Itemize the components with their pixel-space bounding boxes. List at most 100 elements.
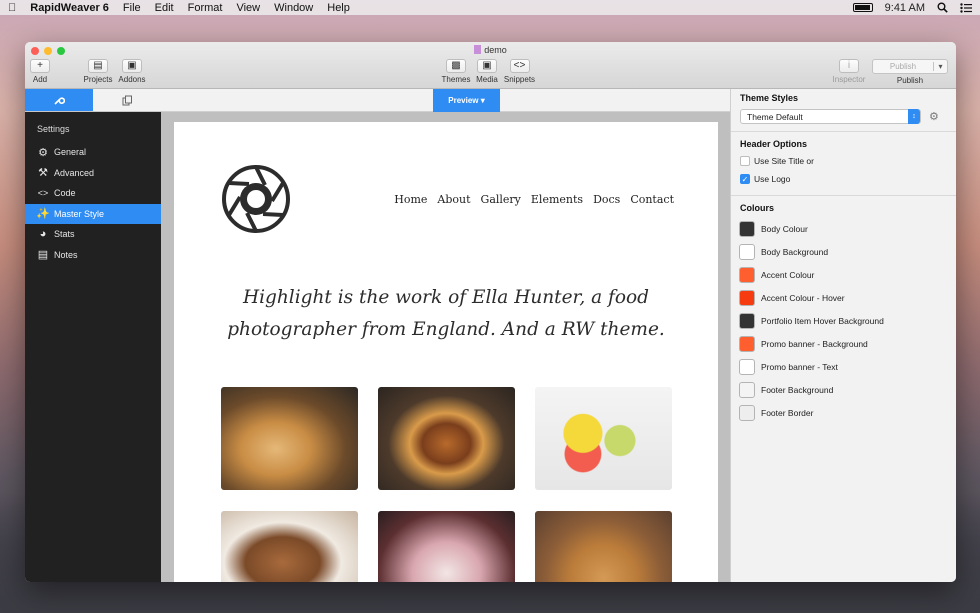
nav-gallery[interactable]: Gallery — [481, 193, 521, 206]
addons-button[interactable]: ▣ Addons — [117, 59, 147, 84]
gallery-photo-bread[interactable] — [221, 387, 358, 490]
divider — [731, 131, 956, 132]
colour-row[interactable]: Accent Colour - Hover — [731, 286, 956, 309]
colour-label: Footer Border — [761, 407, 814, 418]
magic-wand-icon: ✨ — [36, 208, 50, 220]
sidebar-tabs — [25, 89, 161, 112]
nav-contact[interactable]: Contact — [630, 193, 674, 206]
notification-center-icon[interactable] — [960, 2, 972, 13]
plus-icon: + — [30, 59, 50, 73]
preview-button[interactable]: Preview ▾ — [433, 89, 500, 112]
colour-swatch[interactable] — [739, 243, 755, 260]
media-icon: ▣ — [477, 59, 497, 73]
sidebar-item-advanced[interactable]: ⚒ Advanced — [25, 163, 161, 183]
projects-button[interactable]: ▤ Projects — [83, 59, 113, 84]
tab-settings[interactable] — [25, 89, 93, 111]
colour-swatch[interactable] — [739, 404, 755, 421]
colour-swatch[interactable] — [739, 220, 755, 237]
colour-row[interactable]: Portfolio Item Hover Background — [731, 309, 956, 332]
colour-row[interactable]: Promo banner - Background — [731, 332, 956, 355]
sidebar-item-stats[interactable]: ◕ Stats — [25, 224, 161, 244]
sidebar-item-code[interactable]: <> Code — [25, 183, 161, 203]
divider — [731, 195, 956, 196]
web-page-preview[interactable]: Home About Gallery Elements Docs Contact… — [174, 122, 718, 582]
colour-row[interactable]: Accent Colour — [731, 263, 956, 286]
checkbox-label: Use Site Title or — [754, 156, 814, 166]
colour-label: Body Colour — [761, 223, 808, 234]
sidebar-item-label: Notes — [54, 249, 78, 260]
window-title: demo — [25, 45, 956, 55]
window-title-text: demo — [484, 45, 507, 55]
colour-row[interactable]: Body Colour — [731, 217, 956, 240]
addons-icon: ▣ — [122, 59, 142, 73]
themes-button[interactable]: ▩ Themes — [441, 59, 471, 84]
menu-format[interactable]: Format — [188, 2, 223, 14]
colour-label: Promo banner - Background — [761, 338, 868, 349]
colour-row[interactable]: Promo banner - Text — [731, 355, 956, 378]
colour-swatch[interactable] — [739, 381, 755, 398]
sidebar-item-notes[interactable]: ▤ Notes — [25, 245, 161, 265]
menu-help[interactable]: Help — [327, 2, 350, 14]
menu-edit[interactable]: Edit — [155, 2, 174, 14]
menu-window[interactable]: Window — [274, 2, 313, 14]
gallery-photo-burgers[interactable] — [378, 387, 515, 490]
chevron-down-icon[interactable]: ▾ — [933, 62, 947, 71]
sidebar-item-general[interactable]: ⚙ General — [25, 142, 161, 162]
nav-home[interactable]: Home — [394, 193, 427, 206]
add-button[interactable]: + Add — [30, 59, 50, 84]
site-tagline: Highlight is the work of Ella Hunter, a … — [174, 282, 718, 346]
gallery-photo-macarons[interactable] — [535, 387, 672, 490]
apple-icon[interactable]:  — [8, 2, 16, 14]
preview-area: Preview ▾ Home About Gallery Elements Do… — [161, 89, 730, 582]
colour-swatch[interactable] — [739, 266, 755, 283]
inspector-label: Inspector — [832, 75, 866, 84]
sidebar-item-label: Advanced — [54, 167, 95, 178]
theme-style-value: Theme Default — [747, 111, 803, 122]
publish-button-label: Publish — [889, 62, 917, 71]
stats-icon: ◕ — [39, 228, 47, 240]
snippets-label: Snippets — [503, 75, 536, 84]
use-logo-checkbox[interactable]: ✓ Use Logo — [731, 170, 956, 188]
snippets-button[interactable]: <> Snippets — [503, 59, 536, 84]
site-nav: Home About Gallery Elements Docs Contact — [394, 193, 674, 206]
colour-row[interactable]: Footer Border — [731, 401, 956, 424]
colour-swatch[interactable] — [739, 289, 755, 306]
clock[interactable]: 9:41 AM — [885, 2, 925, 14]
colour-row[interactable]: Body Background — [731, 240, 956, 263]
inspector-button[interactable]: i Inspector — [830, 59, 868, 84]
menu-view[interactable]: View — [236, 2, 260, 14]
menu-file[interactable]: File — [123, 2, 141, 14]
battery-icon[interactable] — [852, 3, 873, 12]
checkmark-icon[interactable]: ✓ — [740, 174, 750, 184]
projects-icon: ▤ — [88, 59, 108, 73]
checkbox-unchecked[interactable] — [740, 156, 750, 166]
sidebar-item-master-style[interactable]: ✨ Master Style — [25, 203, 161, 224]
theme-style-select[interactable]: Theme Default ↕ — [740, 109, 921, 124]
media-button[interactable]: ▣ Media — [474, 59, 500, 84]
chevron-updown-icon: ↕ — [908, 109, 920, 124]
nav-about[interactable]: About — [437, 193, 470, 206]
colour-swatch[interactable] — [739, 358, 755, 375]
colour-swatch[interactable] — [739, 335, 755, 352]
nav-elements[interactable]: Elements — [531, 193, 583, 206]
sidebar-item-label: Code — [54, 188, 76, 198]
gallery-photo-cookie[interactable] — [535, 511, 672, 582]
colour-label: Portfolio Item Hover Background — [761, 315, 884, 326]
use-site-title-checkbox[interactable]: Use Site Title or — [731, 152, 956, 170]
gallery-photo-cupcakes[interactable] — [378, 511, 515, 582]
aperture-logo-icon[interactable] — [221, 164, 291, 234]
publish-button[interactable]: Publish ▾ — [872, 59, 948, 74]
spotlight-search-icon[interactable] — [937, 2, 948, 13]
tagline-line-2: photographer from England. And a RW them… — [227, 319, 665, 340]
checkbox-label: Use Logo — [754, 174, 791, 184]
gear-icon[interactable]: ⚙ — [929, 110, 939, 123]
app-menu[interactable]: RapidWeaver 6 — [30, 2, 109, 14]
colour-swatch[interactable] — [739, 312, 755, 329]
nav-docs[interactable]: Docs — [593, 193, 620, 206]
preview-stage: Home About Gallery Elements Docs Contact… — [161, 112, 730, 582]
colour-row[interactable]: Footer Background — [731, 378, 956, 401]
notes-icon: ▤ — [37, 249, 49, 261]
gallery-photo-almonds[interactable] — [221, 511, 358, 582]
colour-label: Promo banner - Text — [761, 361, 838, 372]
tab-pages[interactable] — [93, 89, 161, 111]
